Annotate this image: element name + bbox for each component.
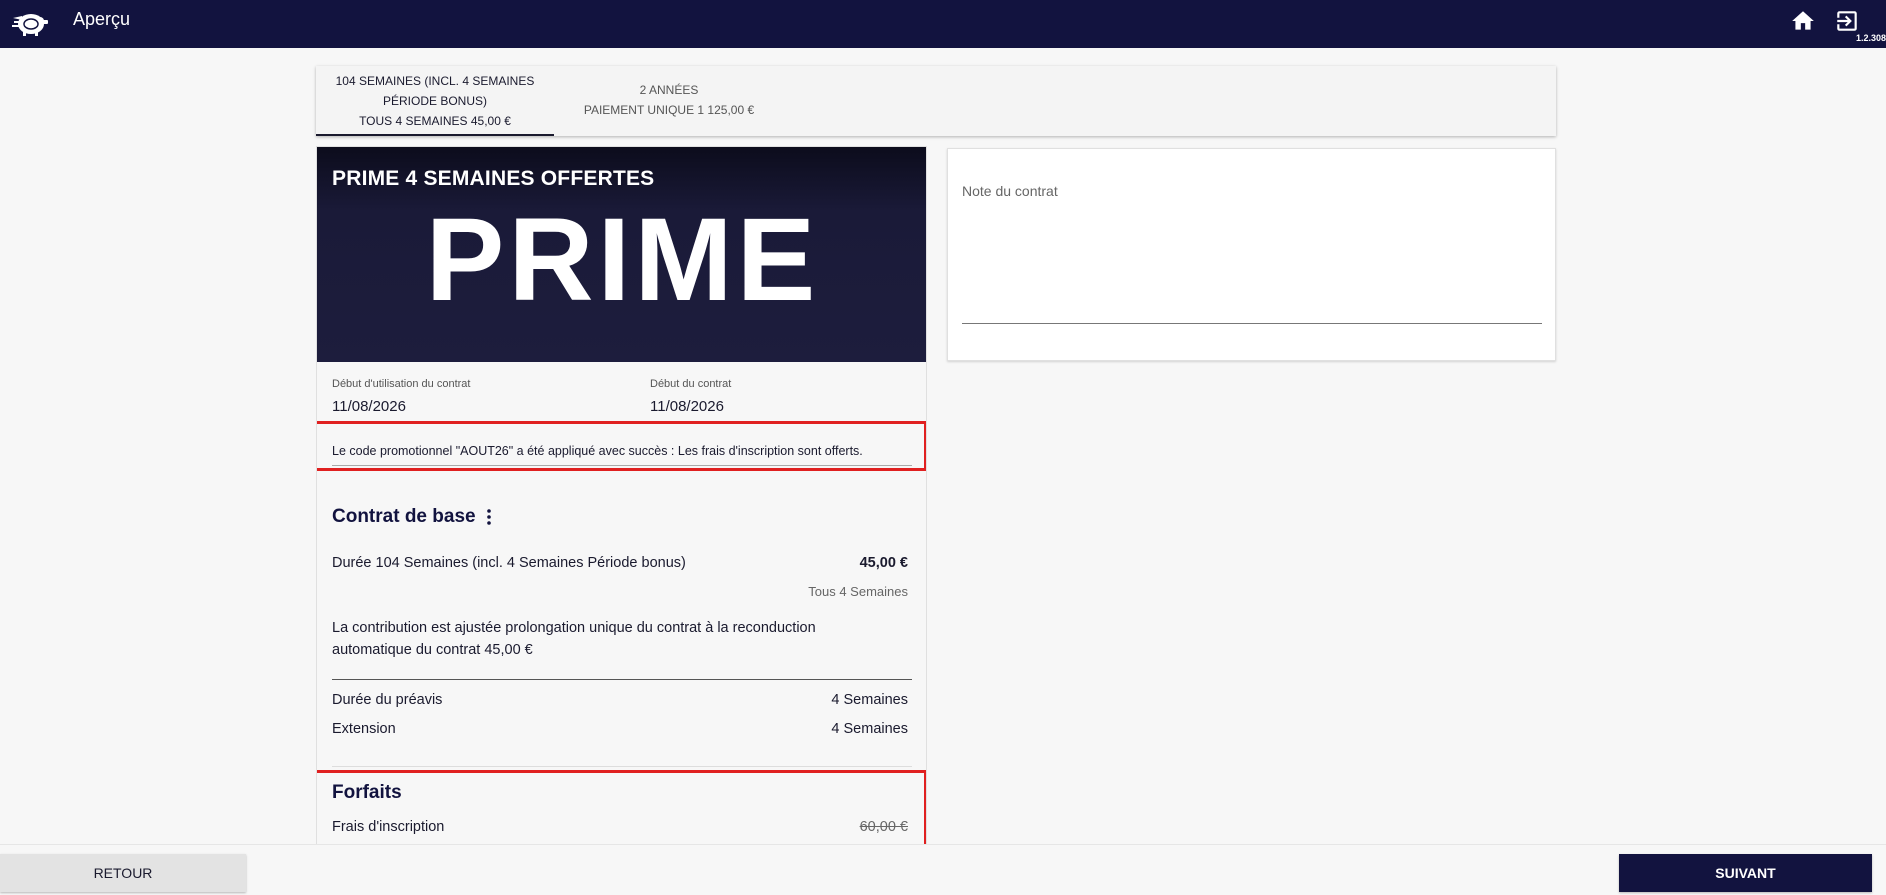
contract-start-value[interactable]: 11/08/2026 xyxy=(650,398,724,415)
logout-icon[interactable] xyxy=(1834,8,1860,34)
piggy-bank-logo xyxy=(12,14,48,36)
page-title: Aperçu xyxy=(73,9,131,29)
tab-label-line: 104 SEMAINES (INCL. 4 SEMAINES xyxy=(335,74,535,88)
packages-highlight-box xyxy=(317,770,926,847)
app-version: 1.2.308 xyxy=(1856,33,1886,43)
tab-label-line: 2 ANNÉES xyxy=(639,83,699,97)
offer-title: PRIME 4 SEMAINES OFFERTES xyxy=(332,167,655,190)
duration-frequency: Tous 4 Semaines xyxy=(808,584,908,599)
duration-tabs: 104 SEMAINES (INCL. 4 SEMAINES PÉRIODE B… xyxy=(316,66,1556,136)
notice-label: Durée du préavis xyxy=(332,692,443,708)
registration-fee-value: 60,00 € xyxy=(859,819,908,835)
contribution-text-line: La contribution est ajustée prolongation… xyxy=(332,620,816,636)
promo-message: Le code promotionnel "AOUT26" a été appl… xyxy=(332,444,863,458)
notice-value: 4 Semaines xyxy=(831,692,908,708)
base-contract-title: Contrat de base xyxy=(332,506,476,527)
usage-start-label: Début d'utilisation du contrat xyxy=(332,378,471,390)
section-divider xyxy=(332,679,912,680)
extension-value: 4 Semaines xyxy=(831,721,908,737)
tab-2-years[interactable]: 2 ANNÉES PAIEMENT UNIQUE 1 125,00 € xyxy=(554,66,784,136)
prime-logo: PRIME xyxy=(425,194,820,326)
bottom-bar xyxy=(0,844,1886,895)
offer-card: PRIME 4 SEMAINES OFFERTES PRIME Début d'… xyxy=(316,146,927,848)
usage-start-value[interactable]: 11/08/2026 xyxy=(332,398,406,415)
back-button[interactable]: RETOUR xyxy=(0,854,246,892)
duration-label: Durée 104 Semaines (incl. 4 Semaines Pér… xyxy=(332,555,686,571)
top-app-bar: Aperçu 1.2.308 xyxy=(0,0,1886,48)
offer-banner: PRIME 4 SEMAINES OFFERTES PRIME xyxy=(317,147,926,362)
packages-title: Forfaits xyxy=(332,782,402,803)
contract-note-input[interactable]: Note du contrat xyxy=(962,183,1058,199)
duration-price: 45,00 € xyxy=(859,555,908,571)
tab-label-line: PÉRIODE BONUS) xyxy=(382,94,487,108)
contract-start-label: Début du contrat xyxy=(650,378,732,390)
extension-label: Extension xyxy=(332,721,396,737)
contribution-text-line: automatique du contrat 45,00 € xyxy=(332,642,533,658)
section-divider xyxy=(332,766,912,767)
home-icon[interactable] xyxy=(1790,8,1816,34)
promo-underline xyxy=(332,465,912,466)
contract-note-card: Note du contrat xyxy=(947,148,1556,361)
registration-fee-label: Frais d'inscription xyxy=(332,819,445,835)
tab-104-weeks[interactable]: 104 SEMAINES (INCL. 4 SEMAINES PÉRIODE B… xyxy=(316,66,554,136)
more-vert-icon[interactable] xyxy=(484,507,494,527)
next-button[interactable]: SUIVANT xyxy=(1619,854,1872,892)
tab-label-line: TOUS 4 SEMAINES 45,00 € xyxy=(359,114,511,128)
note-underline xyxy=(962,323,1542,324)
tab-label-line: PAIEMENT UNIQUE 1 125,00 € xyxy=(583,103,755,117)
